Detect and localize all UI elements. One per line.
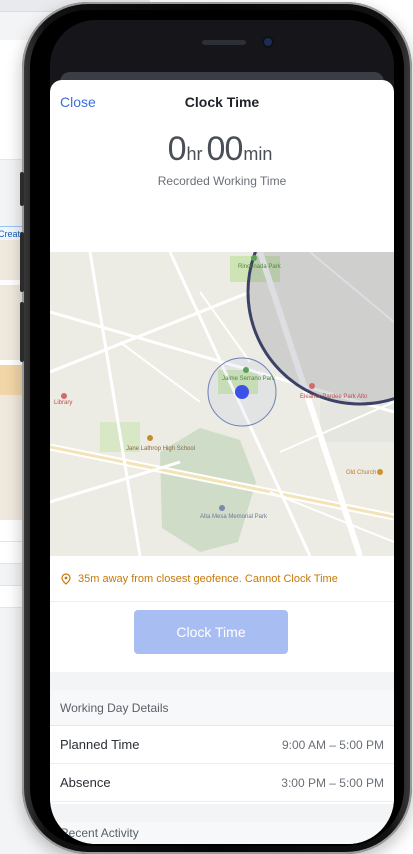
map-label: Eleanor Pardee Park Alto [300, 394, 368, 400]
user-location-dot [235, 385, 249, 399]
memorial-marker-icon [219, 505, 225, 511]
sheet-header: Close Clock Time [50, 80, 394, 124]
recent-activity-title: Recent Activity [50, 822, 394, 844]
clock-time-sheet: Close Clock Time 0hr 00min Recorded Worki… [50, 80, 394, 844]
map-label: Jaime Serrano Park [222, 376, 276, 382]
planned-time-label: Planned Time [60, 737, 140, 752]
front-camera [264, 38, 272, 46]
minutes-value: 00 [206, 130, 244, 168]
section-gap [50, 804, 394, 822]
map-road [269, 491, 394, 543]
location-pin-icon [61, 572, 71, 585]
clinic-marker-icon [309, 383, 315, 389]
map-label: Library [54, 400, 72, 406]
volume-down-button [20, 302, 24, 362]
map-road [50, 460, 181, 504]
absence-row: Absence 3:00 PM – 5:00 PM [50, 764, 394, 802]
clock-time-action: Clock Time [50, 602, 394, 672]
speaker-grille [202, 40, 246, 45]
mute-switch [20, 172, 24, 206]
phone-frame: Close Clock Time 0hr 00min Recorded Worki… [20, 2, 412, 854]
map-label: Alta Mesa Memorial Park [200, 514, 268, 520]
geofence-warning-text: 35m away from closest geofence. Cannot C… [78, 572, 338, 585]
geofence-warning: 35m away from closest geofence. Cannot C… [50, 556, 394, 602]
phone-screen: Close Clock Time 0hr 00min Recorded Worki… [50, 20, 394, 844]
working-day-details-title: Working Day Details [50, 690, 394, 726]
medical-marker-icon [61, 393, 67, 399]
planned-time-value: 9:00 AM – 5:00 PM [281, 737, 384, 752]
location-map[interactable]: Rinconada Park Jaime Serrano Park Jane L… [50, 252, 394, 556]
school-marker-icon [147, 435, 153, 441]
volume-up-button [20, 232, 24, 292]
sheet-title: Clock Time [184, 94, 260, 110]
planned-time-row: Planned Time 9:00 AM – 5:00 PM [50, 726, 394, 764]
park-marker-icon [243, 367, 249, 373]
map-road [88, 252, 142, 556]
absence-label: Absence [60, 775, 111, 790]
status-area [50, 20, 394, 80]
recorded-time-display: 0hr 00min [50, 132, 394, 166]
hours-unit: hr [186, 144, 203, 164]
map-canvas: Rinconada Park Jaime Serrano Park Jane L… [50, 252, 394, 556]
minutes-unit: min [243, 144, 273, 164]
hours-value: 0 [167, 130, 187, 168]
park-marker-icon [251, 255, 257, 261]
church-marker-icon [377, 469, 383, 475]
section-gap [50, 672, 394, 690]
map-label: Old Church [346, 470, 376, 476]
clock-time-button[interactable]: Clock Time [134, 610, 288, 654]
map-label: Jane Lathrop High School [126, 446, 195, 452]
recorded-time-label: Recorded Working Time [157, 174, 287, 188]
absence-value: 3:00 PM – 5:00 PM [281, 775, 384, 790]
map-label: Rinconada Park [238, 264, 282, 270]
